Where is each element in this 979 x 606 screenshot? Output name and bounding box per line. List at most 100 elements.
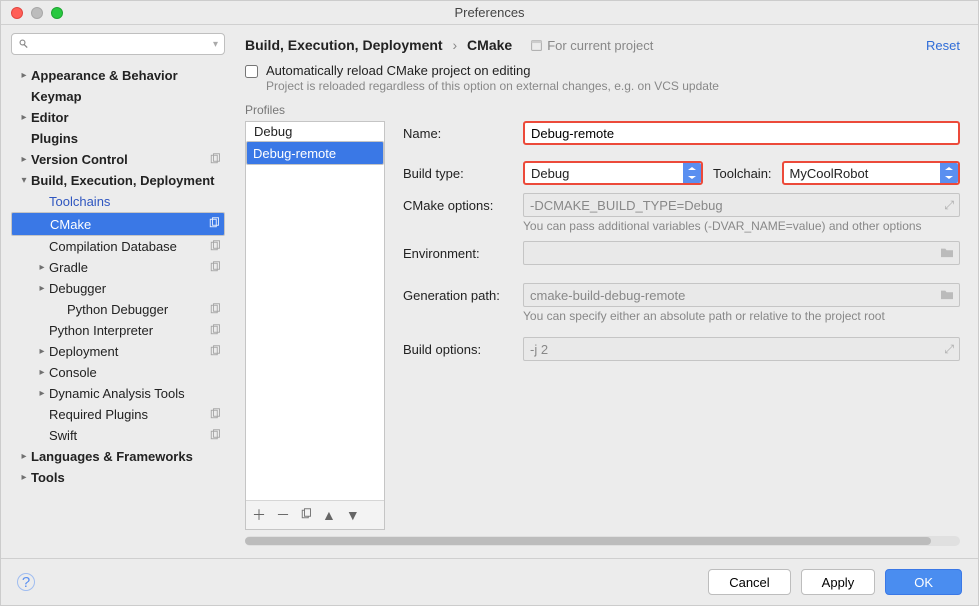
sidebar-item-python-debugger[interactable]: Python Debugger <box>11 299 225 320</box>
build-type-value: Debug <box>531 166 569 181</box>
traffic-lights <box>11 7 63 19</box>
environment-input[interactable] <box>523 241 960 265</box>
name-label: Name: <box>403 126 523 141</box>
sidebar-item-label: Editor <box>31 110 223 125</box>
profile-item[interactable]: Debug <box>246 122 384 141</box>
zoom-window-button[interactable] <box>51 7 63 19</box>
sidebar-item-label: Tools <box>31 470 223 485</box>
sidebar-item-swift[interactable]: Swift <box>11 425 225 446</box>
profiles-toolbar: ＋ － ▲ ▼ <box>246 500 384 529</box>
sidebar-item-deployment[interactable]: ▸Deployment <box>11 341 225 362</box>
help-button[interactable]: ? <box>17 573 35 591</box>
search-icon <box>18 38 30 50</box>
remove-profile-button[interactable]: － <box>276 505 290 525</box>
sidebar-item-debugger[interactable]: ▸Debugger <box>11 278 225 299</box>
sidebar-item-label: Swift <box>49 428 209 443</box>
copy-icon <box>209 345 223 359</box>
expand-icon[interactable]: ⤢ <box>944 342 954 357</box>
window-title: Preferences <box>454 5 524 20</box>
tree-arrow-icon: ▸ <box>19 112 29 123</box>
sidebar-item-keymap[interactable]: Keymap <box>11 86 225 107</box>
sidebar-item-appearance-behavior[interactable]: ▸Appearance & Behavior <box>11 65 225 86</box>
sidebar-item-label: Toolchains <box>49 194 223 209</box>
sidebar-item-toolchains[interactable]: Toolchains <box>11 191 225 212</box>
move-down-button[interactable]: ▼ <box>346 507 360 523</box>
ok-button[interactable]: OK <box>885 569 962 595</box>
sidebar-item-cmake[interactable]: CMake <box>11 212 225 236</box>
sidebar-item-plugins[interactable]: Plugins <box>11 128 225 149</box>
sidebar: ▾ ▸Appearance & BehaviorKeymap▸EditorPlu… <box>1 25 231 558</box>
toolchain-select[interactable]: MyCoolRobot <box>782 161 960 185</box>
minimize-window-button[interactable] <box>31 7 43 19</box>
apply-button[interactable]: Apply <box>801 569 876 595</box>
sidebar-item-languages-frameworks[interactable]: ▸Languages & Frameworks <box>11 446 225 467</box>
sidebar-item-build-execution-deployment[interactable]: ▾Build, Execution, Deployment <box>11 170 225 191</box>
auto-reload-checkbox[interactable] <box>245 65 258 78</box>
toolchain-label: Toolchain: <box>713 166 772 181</box>
tree-arrow-icon: ▸ <box>19 451 29 462</box>
generation-path-input[interactable] <box>523 283 960 307</box>
sidebar-item-label: Compilation Database <box>49 239 209 254</box>
search-input[interactable] <box>34 37 213 51</box>
sidebar-item-label: Keymap <box>31 89 223 104</box>
tree-arrow-icon: ▸ <box>37 388 47 399</box>
sidebar-item-label: Plugins <box>31 131 223 146</box>
dropdown-icon[interactable]: ▾ <box>213 39 218 50</box>
copy-icon <box>208 217 222 231</box>
sidebar-item-gradle[interactable]: ▸Gradle <box>11 257 225 278</box>
search-field[interactable]: ▾ <box>11 33 225 55</box>
copy-icon <box>209 429 223 443</box>
copy-icon <box>209 240 223 254</box>
horizontal-scrollbar[interactable] <box>245 536 960 546</box>
build-type-select[interactable]: Debug <box>523 161 703 185</box>
build-type-label: Build type: <box>403 166 523 181</box>
add-profile-button[interactable]: ＋ <box>252 505 266 525</box>
project-icon <box>530 39 543 52</box>
folder-icon[interactable] <box>940 246 954 261</box>
breadcrumb-root: Build, Execution, Deployment <box>245 37 443 53</box>
move-up-button[interactable]: ▲ <box>322 507 336 523</box>
cancel-button[interactable]: Cancel <box>708 569 790 595</box>
cmake-options-hint: You can pass additional variables (-DVAR… <box>523 219 960 233</box>
sidebar-item-dynamic-analysis-tools[interactable]: ▸Dynamic Analysis Tools <box>11 383 225 404</box>
expand-icon[interactable]: ⤢ <box>944 198 954 213</box>
profiles-list: DebugDebug-remote ＋ － ▲ ▼ <box>245 121 385 530</box>
copy-icon <box>209 153 223 167</box>
sidebar-item-label: Gradle <box>49 260 209 275</box>
sidebar-item-compilation-database[interactable]: Compilation Database <box>11 236 225 257</box>
name-input[interactable] <box>523 121 960 145</box>
sidebar-item-label: Required Plugins <box>49 407 209 422</box>
tree-arrow-icon: ▸ <box>37 262 47 273</box>
profile-form: Name: Build type: Debug Toolchain: <box>385 121 960 530</box>
for-current-project-label: For current project <box>530 38 653 53</box>
sidebar-item-label: Version Control <box>31 152 209 167</box>
cmake-options-input[interactable] <box>523 193 960 217</box>
copy-icon <box>209 408 223 422</box>
sidebar-item-label: CMake <box>50 217 208 232</box>
sidebar-item-tools[interactable]: ▸Tools <box>11 467 225 488</box>
copy-icon <box>209 303 223 317</box>
reset-link[interactable]: Reset <box>926 38 960 53</box>
build-options-input[interactable] <box>523 337 960 361</box>
profile-item[interactable]: Debug-remote <box>246 141 384 165</box>
auto-reload-label: Automatically reload CMake project on ed… <box>266 63 719 78</box>
generation-path-label: Generation path: <box>403 288 523 303</box>
sidebar-item-version-control[interactable]: ▸Version Control <box>11 149 225 170</box>
sidebar-item-label: Languages & Frameworks <box>31 449 223 464</box>
main-panel: Build, Execution, Deployment › CMake For… <box>231 25 978 558</box>
tree-arrow-icon: ▾ <box>19 175 29 186</box>
breadcrumb: Build, Execution, Deployment › CMake <box>245 37 512 53</box>
sidebar-item-console[interactable]: ▸Console <box>11 362 225 383</box>
copy-profile-button[interactable] <box>300 507 312 523</box>
sidebar-item-label: Build, Execution, Deployment <box>31 173 223 188</box>
tree-arrow-icon: ▸ <box>19 154 29 165</box>
folder-icon[interactable] <box>940 288 954 303</box>
close-window-button[interactable] <box>11 7 23 19</box>
sidebar-item-label: Python Interpreter <box>49 323 209 338</box>
sidebar-item-editor[interactable]: ▸Editor <box>11 107 225 128</box>
profiles-label: Profiles <box>245 103 960 117</box>
tree-arrow-icon: ▸ <box>37 283 47 294</box>
sidebar-item-required-plugins[interactable]: Required Plugins <box>11 404 225 425</box>
sidebar-item-python-interpreter[interactable]: Python Interpreter <box>11 320 225 341</box>
sidebar-item-label: Console <box>49 365 223 380</box>
